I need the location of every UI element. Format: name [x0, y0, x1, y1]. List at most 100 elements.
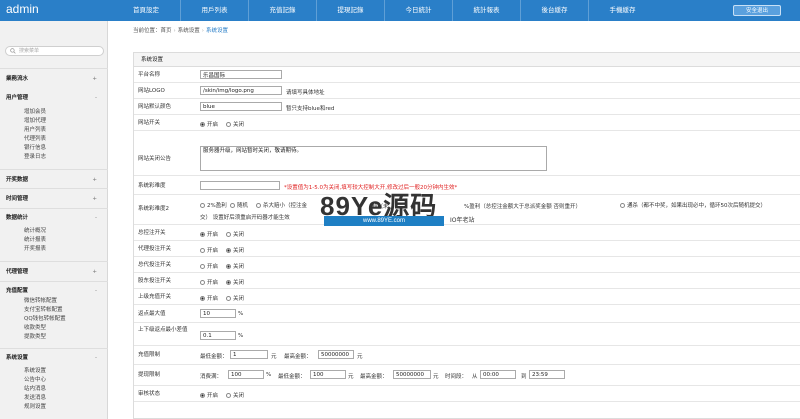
sidebar-group-statistics[interactable]: 数据统计 - [0, 212, 108, 224]
sidebar-item-system-settings[interactable]: 系统设置 [24, 367, 46, 375]
nav-home-settings[interactable]: 首頁設定 [112, 0, 180, 21]
sidebar-group-business[interactable]: 業務流水 + [0, 73, 108, 85]
closed-notice-textarea[interactable]: 服务器升级，网站暂时关闭，敬请期待。 [200, 146, 547, 171]
site-switch-on-radio[interactable]: 开启 [200, 120, 218, 128]
logo-path-input[interactable] [200, 86, 282, 95]
sidebar-divider [0, 68, 108, 69]
withdraw-ratio-label: 消费满： [200, 374, 223, 380]
top-nav: 首頁設定 用戶列表 充值記錄 提現記錄 今日統計 統計報表 後台緩存 手機緩存 [112, 0, 656, 21]
sidebar-item-payment-type[interactable]: 收款类型 [24, 324, 46, 332]
sidebar-search-input[interactable]: 搜索菜单 [5, 46, 104, 56]
total-bet-on-radio[interactable]: 开启 [200, 230, 218, 238]
sidebar-group-time[interactable]: 时间管理 + [0, 193, 108, 205]
sidebar-item-send-message[interactable]: 发送消息 [24, 394, 46, 402]
recharge-min-input[interactable] [230, 350, 268, 359]
search-placeholder: 搜索菜单 [19, 48, 40, 54]
radio-label: 关闭 [233, 248, 245, 254]
difficulty2-option-profit-radio[interactable]: 2%盈利 [200, 201, 227, 209]
logout-button[interactable]: 安全退出 [733, 5, 781, 16]
sidebar-item-alipay-config[interactable]: 支付宝转帐配置 [24, 306, 63, 314]
sidebar-item-bank-info[interactable]: 银行信息 [24, 144, 46, 152]
breadcrumb-home[interactable]: 当前位置：首页 [133, 28, 172, 34]
collapse-icon: - [95, 355, 97, 361]
nav-withdraw-records[interactable]: 提現記錄 [316, 0, 384, 21]
sidebar-item-agent-list[interactable]: 代理列表 [24, 135, 46, 143]
sidebar-item-withdraw-type[interactable]: 提款类型 [24, 333, 46, 341]
breadcrumb-separator: › [201, 28, 204, 34]
sidebar-item-stats-report[interactable]: 统计报表 [24, 236, 46, 244]
sidebar-item-login-log[interactable]: 登录日志 [24, 153, 46, 161]
radio-label: 杀大赔小（控注金 [263, 203, 308, 209]
nav-recharge-records[interactable]: 充值記錄 [248, 0, 316, 21]
withdraw-time-to-input[interactable] [529, 370, 565, 379]
withdraw-time-from-input[interactable] [480, 370, 516, 379]
rebate-max-input[interactable] [200, 309, 236, 318]
row-logo: 网站LOGO 请填写具体地址 [134, 84, 800, 99]
master-bet-off-radio[interactable]: 关闭 [226, 262, 244, 270]
master-bet-on-radio[interactable]: 开启 [200, 262, 218, 270]
rebate-min-input[interactable] [200, 331, 236, 340]
withdraw-max-input[interactable] [393, 370, 431, 379]
shareholder-bet-on-radio[interactable]: 开启 [200, 278, 218, 286]
color-hint: 暂只支持blue和red [286, 106, 335, 112]
breadcrumb-parent[interactable]: 系统设置 [178, 28, 200, 34]
total-bet-off-radio[interactable]: 关闭 [226, 230, 244, 238]
sidebar-item-qq-config[interactable]: QQ钱包转帐配置 [24, 315, 66, 323]
radio-dot [226, 121, 231, 127]
row-review-status: 审核状态 开启 关闭 [134, 387, 800, 402]
row-shareholder-bet: 股东投注开关 开启 关闭 [134, 274, 800, 289]
nav-today-stats[interactable]: 今日統計 [384, 0, 452, 21]
sidebar-item-stats-overview[interactable]: 统计概况 [24, 227, 46, 235]
sidebar-item-rule-settings[interactable]: 规则设置 [24, 403, 46, 411]
collapse-icon: - [95, 215, 97, 221]
radio-dot [256, 202, 261, 208]
sidebar-item-wechat-config[interactable]: 微信转帐配置 [24, 297, 57, 305]
app-logo: admin [6, 2, 39, 16]
review-status-on-radio[interactable]: 开启 [200, 391, 218, 399]
field-label: 代理投注开关 [138, 246, 172, 252]
difficulty-input[interactable] [200, 181, 280, 190]
platform-name-input[interactable] [200, 70, 282, 79]
nav-user-list[interactable]: 用戶列表 [180, 0, 248, 21]
radio-dot [200, 121, 205, 127]
sidebar-item-site-messages[interactable]: 站内消息 [24, 385, 46, 393]
sidebar-item-announcements[interactable]: 公告中心 [24, 376, 46, 384]
recharge-max-input[interactable] [318, 350, 354, 359]
watermark-tag: IO年老站 [450, 217, 475, 224]
agent-bet-on-radio[interactable]: 开启 [200, 246, 218, 254]
color-input[interactable] [200, 102, 282, 111]
nav-stats-report[interactable]: 統計報表 [452, 0, 520, 21]
nav-backend-cache[interactable]: 後台緩存 [520, 0, 588, 21]
sidebar-group-users[interactable]: 用户管理 - [0, 92, 108, 104]
watermark: 89Ye源码 www.89YE.com IO年老站 [320, 186, 510, 230]
agent-bet-off-radio[interactable]: 关闭 [226, 246, 244, 254]
field-label: 网站开关 [138, 120, 161, 126]
withdraw-ratio-input[interactable] [228, 370, 264, 379]
sidebar-group-label: 开奖数据 [6, 177, 29, 183]
radio-dot [620, 202, 625, 208]
nav-mobile-cache[interactable]: 手機緩存 [588, 0, 656, 21]
sidebar-group-lottery-data[interactable]: 开奖数据 + [0, 174, 108, 186]
upper-recharge-off-radio[interactable]: 关闭 [226, 294, 244, 302]
shareholder-bet-off-radio[interactable]: 关闭 [226, 278, 244, 286]
difficulty2-option-control-radio[interactable]: 杀大赔小（控注金 [256, 201, 307, 209]
sidebar-group-recharge-config[interactable]: 充值配置 - [0, 285, 108, 297]
site-switch-off-radio[interactable]: 关闭 [226, 120, 244, 128]
sidebar-group-label: 業務流水 [6, 76, 29, 82]
sidebar-item-add-member[interactable]: 增加会员 [24, 108, 46, 116]
sidebar-item-add-agent[interactable]: 增加代理 [24, 117, 46, 125]
review-status-off-radio[interactable]: 关闭 [226, 391, 244, 399]
sidebar-item-lottery-report[interactable]: 开奖报表 [24, 245, 46, 253]
withdraw-time-label: 时间段： [445, 374, 468, 380]
difficulty2-option-random-radio[interactable]: 随机 [230, 201, 248, 209]
sidebar-group-system-settings[interactable]: 系统设置 - [0, 352, 108, 364]
sidebar-group-agent[interactable]: 代理管理 + [0, 266, 108, 278]
withdraw-min-input[interactable] [310, 370, 346, 379]
radio-label: 开启 [207, 296, 219, 302]
sidebar-item-user-list[interactable]: 用户列表 [24, 126, 46, 134]
difficulty2-option-killall-radio[interactable]: 通杀（都不中奖，如果出现必中，循环50次后随机提交） [620, 201, 766, 209]
upper-recharge-on-radio[interactable]: 开启 [200, 294, 218, 302]
breadcrumb-separator: › [173, 28, 176, 34]
field-label: 上级充值开关 [138, 294, 172, 300]
row-site-switch: 网站开关 开启 关闭 [134, 116, 800, 131]
